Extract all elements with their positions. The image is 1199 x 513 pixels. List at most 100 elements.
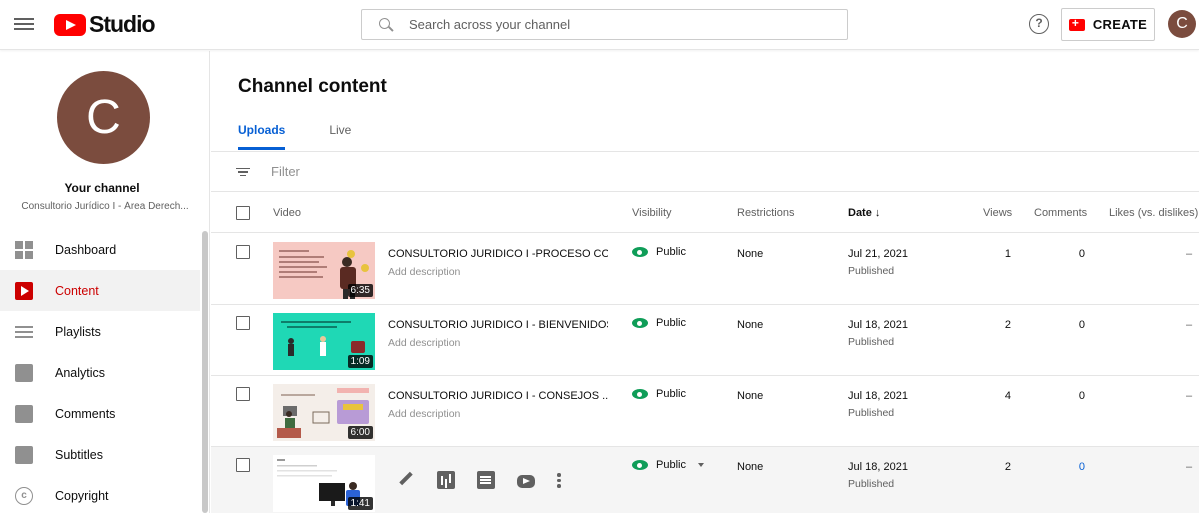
row-checkbox[interactable] bbox=[236, 387, 250, 401]
analytics-icon[interactable] bbox=[437, 471, 455, 489]
analytics-icon bbox=[15, 363, 33, 382]
help-icon[interactable]: ? bbox=[1029, 14, 1049, 34]
column-header-date[interactable]: Date ↓ bbox=[848, 207, 880, 219]
eye-icon bbox=[632, 247, 648, 257]
video-description[interactable]: Add description bbox=[388, 337, 460, 349]
video-title[interactable]: CONSULTORIO JURIDICO I -PROCESO CO... bbox=[388, 248, 608, 260]
row-checkbox[interactable] bbox=[236, 245, 250, 259]
sidebar-item-subtitles[interactable]: Subtitles bbox=[0, 434, 200, 475]
video-description[interactable]: Add description bbox=[388, 266, 460, 278]
sidebar-item-label: Content bbox=[55, 283, 99, 298]
video-duration: 6:00 bbox=[347, 426, 373, 439]
sidebar-item-copyright[interactable]: c Copyright bbox=[0, 475, 200, 513]
more-options-icon[interactable] bbox=[557, 471, 561, 489]
comments-icon[interactable] bbox=[477, 471, 495, 489]
status-cell: Published bbox=[848, 265, 895, 277]
video-thumbnail[interactable]: 6:35 bbox=[273, 242, 375, 299]
column-header-comments[interactable]: Comments bbox=[1034, 207, 1087, 219]
video-description[interactable]: Add description bbox=[388, 408, 460, 420]
video-thumbnail[interactable]: 6:00 bbox=[273, 384, 375, 441]
select-all-checkbox[interactable] bbox=[236, 206, 250, 220]
content-tabs: Uploads Live bbox=[238, 123, 395, 150]
table-header: Video Visibility Restrictions Date ↓ Vie… bbox=[211, 193, 1199, 233]
column-header-video: Video bbox=[273, 207, 301, 219]
likes-cell: – bbox=[1186, 461, 1193, 473]
restrictions-cell: None bbox=[737, 319, 764, 331]
column-header-visibility[interactable]: Visibility bbox=[632, 207, 672, 219]
views-cell: 2 bbox=[1004, 461, 1011, 473]
video-duration: 6:35 bbox=[347, 284, 373, 297]
video-duration: 1:41 bbox=[347, 497, 373, 510]
row-actions bbox=[397, 471, 583, 489]
comments-icon bbox=[15, 404, 33, 423]
filter-icon[interactable] bbox=[236, 166, 250, 178]
likes-cell: – bbox=[1186, 248, 1193, 260]
column-header-likes[interactable]: Likes (vs. dislikes) bbox=[1109, 207, 1198, 219]
column-header-restrictions[interactable]: Restrictions bbox=[737, 207, 794, 219]
video-title[interactable]: CONSULTORIO JURIDICO I - CONSEJOS ... bbox=[388, 390, 608, 402]
sidebar-item-label: Playlists bbox=[55, 324, 101, 339]
sidebar-item-label: Comments bbox=[55, 406, 116, 421]
tab-uploads[interactable]: Uploads bbox=[238, 123, 286, 150]
content-icon bbox=[15, 281, 33, 300]
sidebar-item-label: Subtitles bbox=[55, 447, 103, 462]
visibility-cell[interactable]: Public bbox=[632, 459, 704, 471]
table-row[interactable]: 6:35 CONSULTORIO JURIDICO I -PROCESO CO.… bbox=[211, 234, 1199, 305]
visibility-cell: Public bbox=[632, 246, 686, 258]
table-row[interactable]: 1:09 CONSULTORIO JURIDICO I - BIENVENIDO… bbox=[211, 305, 1199, 376]
channel-name: Consultorio Jurídico I - Área Derech... bbox=[21, 201, 189, 212]
table-row[interactable]: 6:00 CONSULTORIO JURIDICO I - CONSEJOS .… bbox=[211, 376, 1199, 447]
sidebar-scrollbar[interactable] bbox=[202, 231, 208, 513]
subtitles-icon bbox=[15, 445, 33, 464]
date-cell: Jul 18, 2021 bbox=[848, 390, 908, 402]
views-cell: 4 bbox=[1004, 390, 1011, 402]
row-checkbox[interactable] bbox=[236, 316, 250, 330]
sidebar-item-comments[interactable]: Comments bbox=[0, 393, 200, 434]
row-checkbox[interactable] bbox=[236, 458, 250, 472]
comments-cell[interactable]: 0 bbox=[1073, 461, 1085, 473]
channel-avatar[interactable]: C bbox=[57, 71, 150, 164]
video-title[interactable]: CONSULTORIO JURIDICO I - BIENVENIDOS bbox=[388, 319, 608, 331]
date-cell: Jul 18, 2021 bbox=[848, 461, 908, 473]
logo-text: Studio bbox=[89, 11, 156, 37]
copyright-icon: c bbox=[15, 486, 33, 505]
sidebar-item-label: Analytics bbox=[55, 365, 106, 380]
sidebar-item-dashboard[interactable]: Dashboard bbox=[0, 229, 200, 270]
account-avatar[interactable]: C bbox=[1168, 10, 1196, 38]
search-icon[interactable] bbox=[379, 17, 393, 32]
dashboard-icon bbox=[15, 240, 33, 259]
filter-input[interactable] bbox=[271, 164, 671, 179]
visibility-label: Public bbox=[656, 388, 686, 400]
likes-cell: – bbox=[1186, 319, 1193, 331]
video-thumbnail[interactable]: 1:09 bbox=[273, 313, 375, 370]
video-thumbnail[interactable]: 1:41 bbox=[273, 455, 375, 512]
comments-cell: 0 bbox=[1078, 248, 1085, 260]
create-video-icon bbox=[1068, 16, 1085, 31]
sidebar-item-analytics[interactable]: Analytics bbox=[0, 352, 200, 393]
date-cell: Jul 18, 2021 bbox=[848, 319, 908, 331]
eye-icon bbox=[632, 318, 648, 328]
column-header-views[interactable]: Views bbox=[983, 207, 1012, 219]
chevron-down-icon[interactable] bbox=[697, 463, 704, 467]
search-bar[interactable] bbox=[361, 9, 848, 40]
restrictions-cell: None bbox=[737, 390, 764, 402]
sidebar-item-content[interactable]: Content bbox=[0, 270, 200, 311]
sidebar-item-label: Dashboard bbox=[55, 242, 117, 257]
likes-cell: – bbox=[1186, 390, 1193, 402]
comments-cell: 0 bbox=[1078, 390, 1085, 402]
edit-icon[interactable] bbox=[397, 471, 415, 489]
visibility-label: Public bbox=[656, 246, 686, 258]
sidebar-item-playlists[interactable]: Playlists bbox=[0, 311, 200, 352]
top-bar: Studio ? CREATE C bbox=[0, 0, 1199, 50]
search-input[interactable] bbox=[409, 17, 809, 32]
view-on-youtube-icon[interactable] bbox=[517, 474, 535, 488]
table-row[interactable]: 1:41 Public None Jul 18, 2021 Published … bbox=[211, 447, 1199, 513]
tab-live[interactable]: Live bbox=[329, 123, 351, 150]
sidebar-item-label: Copyright bbox=[55, 488, 109, 503]
youtube-logo-icon bbox=[54, 13, 86, 36]
visibility-label: Public bbox=[656, 317, 686, 329]
menu-icon[interactable] bbox=[14, 15, 34, 33]
create-button[interactable]: CREATE bbox=[1061, 8, 1155, 41]
status-cell: Published bbox=[848, 478, 895, 490]
studio-logo[interactable]: Studio bbox=[54, 11, 156, 38]
